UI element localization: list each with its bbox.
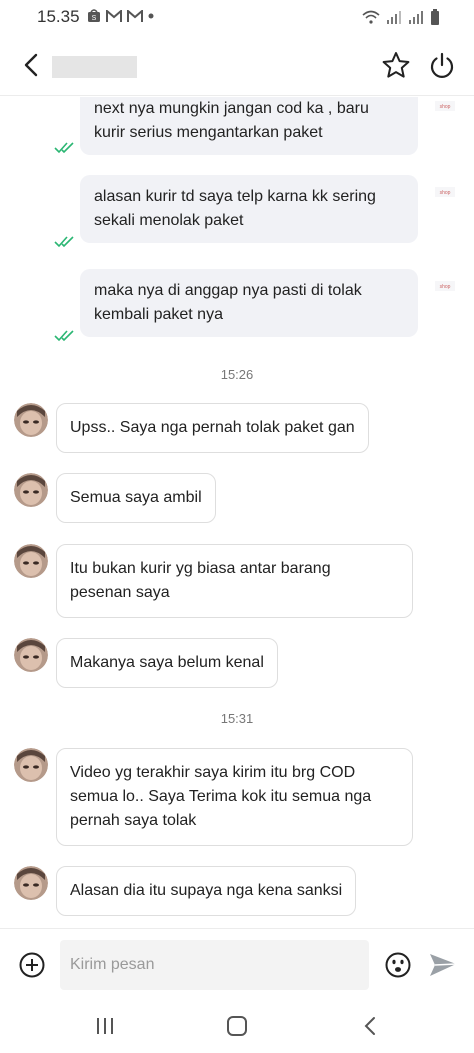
message-text: next nya mungkin jangan cod ka , baru (94, 100, 369, 117)
message-text: kembali paket nya (94, 306, 223, 323)
double-check-icon (54, 330, 74, 342)
more-notifications-dot-icon (148, 13, 154, 19)
outgoing-message[interactable]: maka nya di anggap nya pasti di tolak ke… (80, 269, 418, 337)
message-text: sekali menolak paket (94, 212, 244, 229)
incoming-message[interactable]: Video yg terakhir saya kirim itu brg COD… (56, 748, 413, 846)
system-nav-bar (0, 1000, 474, 1053)
message-text: Upss.. Saya nga pernah tolak paket gan (70, 419, 355, 436)
message-composer (0, 928, 474, 1000)
home-icon[interactable] (226, 1015, 248, 1037)
avatar[interactable] (14, 638, 48, 672)
status-bar: 15.35 S (0, 0, 474, 34)
shop-avatar-icon: shop (435, 101, 455, 111)
contact-name-redacted (52, 56, 137, 78)
avatar[interactable] (14, 748, 48, 782)
message-text: pesenan saya (70, 584, 170, 601)
incoming-message[interactable]: Alasan dia itu supaya nga kena sanksi (56, 866, 357, 916)
incoming-message[interactable]: Upss.. Saya nga pernah tolak paket gan (56, 403, 369, 453)
avatar[interactable] (14, 544, 48, 578)
incoming-message[interactable]: Itu bukan kurir yg biasa antar barang pe… (56, 544, 413, 618)
double-check-icon (54, 236, 74, 248)
power-icon[interactable] (428, 50, 456, 80)
incoming-message[interactable]: Makanya saya belum kenal (56, 638, 278, 688)
chevron-left-icon[interactable] (18, 50, 46, 80)
star-icon[interactable] (381, 50, 411, 80)
chat-messages[interactable]: next nya mungkin jangan cod ka , baru ku… (0, 97, 474, 927)
svg-text:shop: shop (440, 190, 451, 196)
battery-icon (431, 9, 439, 25)
signal-icon (387, 11, 401, 24)
shop-avatar-icon: shop (435, 187, 455, 197)
chat-header (0, 34, 474, 96)
message-text: Semua saya ambil (70, 489, 202, 506)
avatar[interactable] (14, 403, 48, 437)
status-time: 15.35 (37, 7, 80, 26)
incoming-message[interactable]: Semua saya ambil (56, 473, 216, 523)
send-icon[interactable] (428, 951, 458, 979)
mail-icon (127, 9, 143, 22)
message-text: Makanya saya belum kenal (70, 654, 264, 671)
mail-icon (106, 9, 122, 22)
avatar[interactable] (14, 866, 48, 900)
message-text: Itu bukan kurir yg biasa antar barang (70, 560, 331, 577)
message-text: pernah saya tolak (70, 812, 197, 829)
message-text: kurir serius mengantarkan paket (94, 124, 323, 141)
svg-text:shop: shop (440, 284, 451, 290)
time-separator: 15:26 (220, 367, 254, 382)
emoji-icon[interactable] (384, 951, 412, 979)
plus-circle-icon[interactable] (18, 951, 46, 979)
double-check-icon (54, 142, 74, 154)
svg-text:S: S (92, 15, 97, 22)
outgoing-message[interactable]: alasan kurir td saya telp karna kk serin… (80, 175, 418, 243)
time-separator: 15:31 (220, 711, 254, 726)
nav-back-icon[interactable] (362, 1015, 378, 1037)
shop-avatar-icon: shop (435, 281, 455, 291)
svg-text:shop: shop (440, 104, 451, 110)
outgoing-message[interactable]: next nya mungkin jangan cod ka , baru ku… (80, 97, 418, 155)
message-text: Alasan dia itu supaya nga kena sanksi (70, 882, 343, 899)
signal-icon (409, 11, 423, 24)
message-text: semua lo.. Saya Terima kok itu semua nga (70, 788, 372, 805)
message-input[interactable] (60, 940, 369, 990)
recent-apps-icon[interactable] (93, 1016, 117, 1036)
message-text: Video yg terakhir saya kirim itu brg COD (70, 764, 356, 781)
wifi-icon (362, 10, 380, 24)
shop-notification-icon: S (88, 9, 100, 22)
avatar[interactable] (14, 473, 48, 507)
message-text: alasan kurir td saya telp karna kk serin… (94, 188, 376, 205)
message-text: maka nya di anggap nya pasti di tolak (94, 282, 362, 299)
